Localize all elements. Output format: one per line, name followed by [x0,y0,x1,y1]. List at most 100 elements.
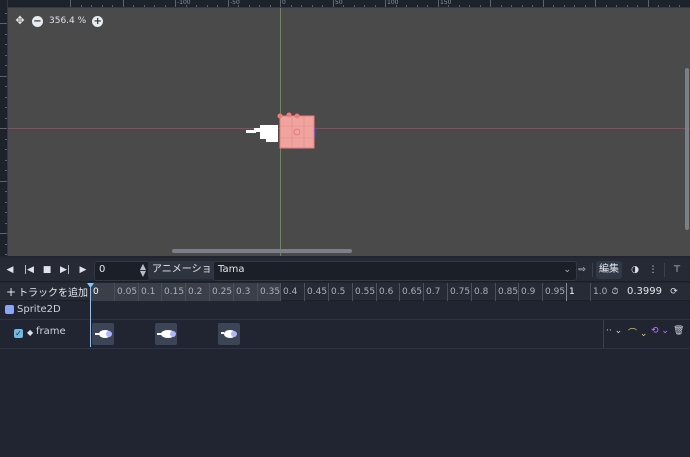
ruler-tick [406,5,407,7]
timeline-tick-label: 0.25 [209,283,232,301]
timeline-tick-label: 1.0 [590,283,607,301]
timeline-tick-label: 0.45 [304,283,327,301]
ruler-tick [5,118,7,119]
ruler-tick [301,5,302,7]
timeline-header: + トラックを追加 0 0.05 0.1 0.15 0.2 0.25 0.3 0.35 0.4 0.… [0,283,690,301]
keyframe[interactable] [92,323,114,345]
ruler-tick [5,86,7,87]
ruler-tick [469,5,470,7]
loop-wrap-icon[interactable]: ⟲ ⌄ [651,326,669,336]
timeline-tick-label: 1 [566,283,575,301]
canvas-viewport[interactable] [0,0,690,256]
play-icon[interactable]: ▶ [75,262,91,278]
ruler-tick [543,0,544,7]
horizontal-scrollbar[interactable] [172,249,352,253]
ruler-tick [0,181,7,182]
timeline-tick-label: 0.55 [352,283,375,301]
ruler-tick [249,5,250,7]
update-mode-icon[interactable]: ·· ⌄ [606,326,622,336]
spin-arrows-icon[interactable]: ▲ ▼ [140,263,146,278]
ruler-label: 100 [387,0,399,6]
ruler-tick [70,0,71,7]
ruler-tick [5,65,7,66]
ruler-tick [417,5,418,7]
edit-button[interactable]: 編集 [596,261,622,279]
onion-skin-icon[interactable]: ◑ [627,262,643,278]
loop-icon[interactable]: ⟳ [666,284,682,300]
ruler-tick [511,5,512,7]
ruler-tick [5,55,7,56]
sprite-preview[interactable] [244,112,320,152]
ruler-tick [501,5,502,7]
ruler-tick [5,191,7,192]
interpolation-icon[interactable]: ⌒ ⌄ [628,326,647,339]
ruler-tick [606,5,607,7]
track-enabled-checkbox[interactable]: ✓ [14,329,23,338]
play-from-start-icon[interactable]: ▶| [57,262,73,278]
ruler-tick [5,160,7,161]
ruler-tick [5,44,7,45]
ruler-tick [5,223,7,224]
animation-select[interactable]: Tama ⌄ [213,261,577,281]
ruler-label: 150 [440,0,452,6]
pin-icon[interactable]: ⊤ [669,262,685,278]
ruler-label: 0 [282,0,286,6]
left-ruler [0,0,8,256]
ruler-tick [343,5,344,7]
ruler-tick [207,5,208,7]
frame-input[interactable]: 0 ▲ ▼ [94,261,150,281]
animation-toolbar: ◀ |◀ ■ ▶| ▶ 0 ▲ ▼ アニメーション Tama ⌄ ⇨ 編集 ◑ ⋮… [0,258,690,282]
play-backwards-from-end-icon[interactable]: |◀ [21,262,37,278]
ruler-tick [595,0,596,7]
ruler-tick [459,5,460,7]
ruler-label: -50 [230,0,240,6]
ruler-tick [637,5,638,7]
delete-track-icon[interactable]: 🗑 [673,326,684,336]
timeline-tick-label: 0.5 [328,283,345,301]
move-icon[interactable]: ✥ [14,15,26,27]
x-axis-line [8,128,690,129]
timeline-tick-label: 0.05 [114,283,137,301]
ruler-tick [322,5,323,7]
ruler-tick [217,5,218,7]
ruler-tick [627,5,628,7]
more-options-icon[interactable]: ⋮ [645,262,661,278]
ruler-tick [123,0,124,7]
ruler-tick [91,5,92,7]
ruler-tick [658,5,659,7]
ruler-tick [553,5,554,7]
timeline-tick-label: 0.6 [376,283,393,301]
keyframe[interactable] [218,323,240,345]
sprite2d-node-icon [5,305,14,314]
ruler-tick [532,5,533,7]
chevron-down-icon: ⌄ [563,265,571,275]
track-row[interactable]: ✓ ◆ frame ·· ⌄ ⌒ ⌄ ⟲ ⌄ 🗑 [0,319,690,349]
ruler-tick [5,107,7,108]
keyframe[interactable] [155,323,177,345]
zoom-in-icon[interactable]: + [92,15,104,27]
animation-name: Tama [218,264,245,275]
ruler-tick [81,5,82,7]
zoom-out-icon[interactable]: − [32,15,43,27]
ruler-tick [0,233,7,234]
vertical-scrollbar[interactable] [685,68,689,230]
ruler-tick [648,0,649,7]
add-track-button[interactable]: + トラックを追加 [6,283,88,301]
ruler-tick [5,13,7,14]
ruler-tick [0,76,7,77]
frame-value: 0 [99,264,106,275]
ruler-tick [679,5,680,7]
autoplay-icon[interactable]: ⇨ [574,262,590,278]
stop-icon[interactable]: ■ [39,262,55,278]
timeline-tick-label: 0.35 [257,283,280,301]
animation-length-input[interactable]: 0.3999 [626,284,662,300]
ruler-tick [0,128,7,129]
play-backwards-icon[interactable]: ◀ [2,262,18,278]
zoom-controls: ✥ − 356.4 % + [14,14,104,28]
ruler-tick [490,0,491,7]
playhead[interactable] [90,283,91,347]
ruler-tick [5,254,7,255]
ruler-label: 50 [335,0,343,6]
zoom-level[interactable]: 356.4 % [49,16,86,26]
node-row[interactable]: Sprite2D [0,302,690,318]
